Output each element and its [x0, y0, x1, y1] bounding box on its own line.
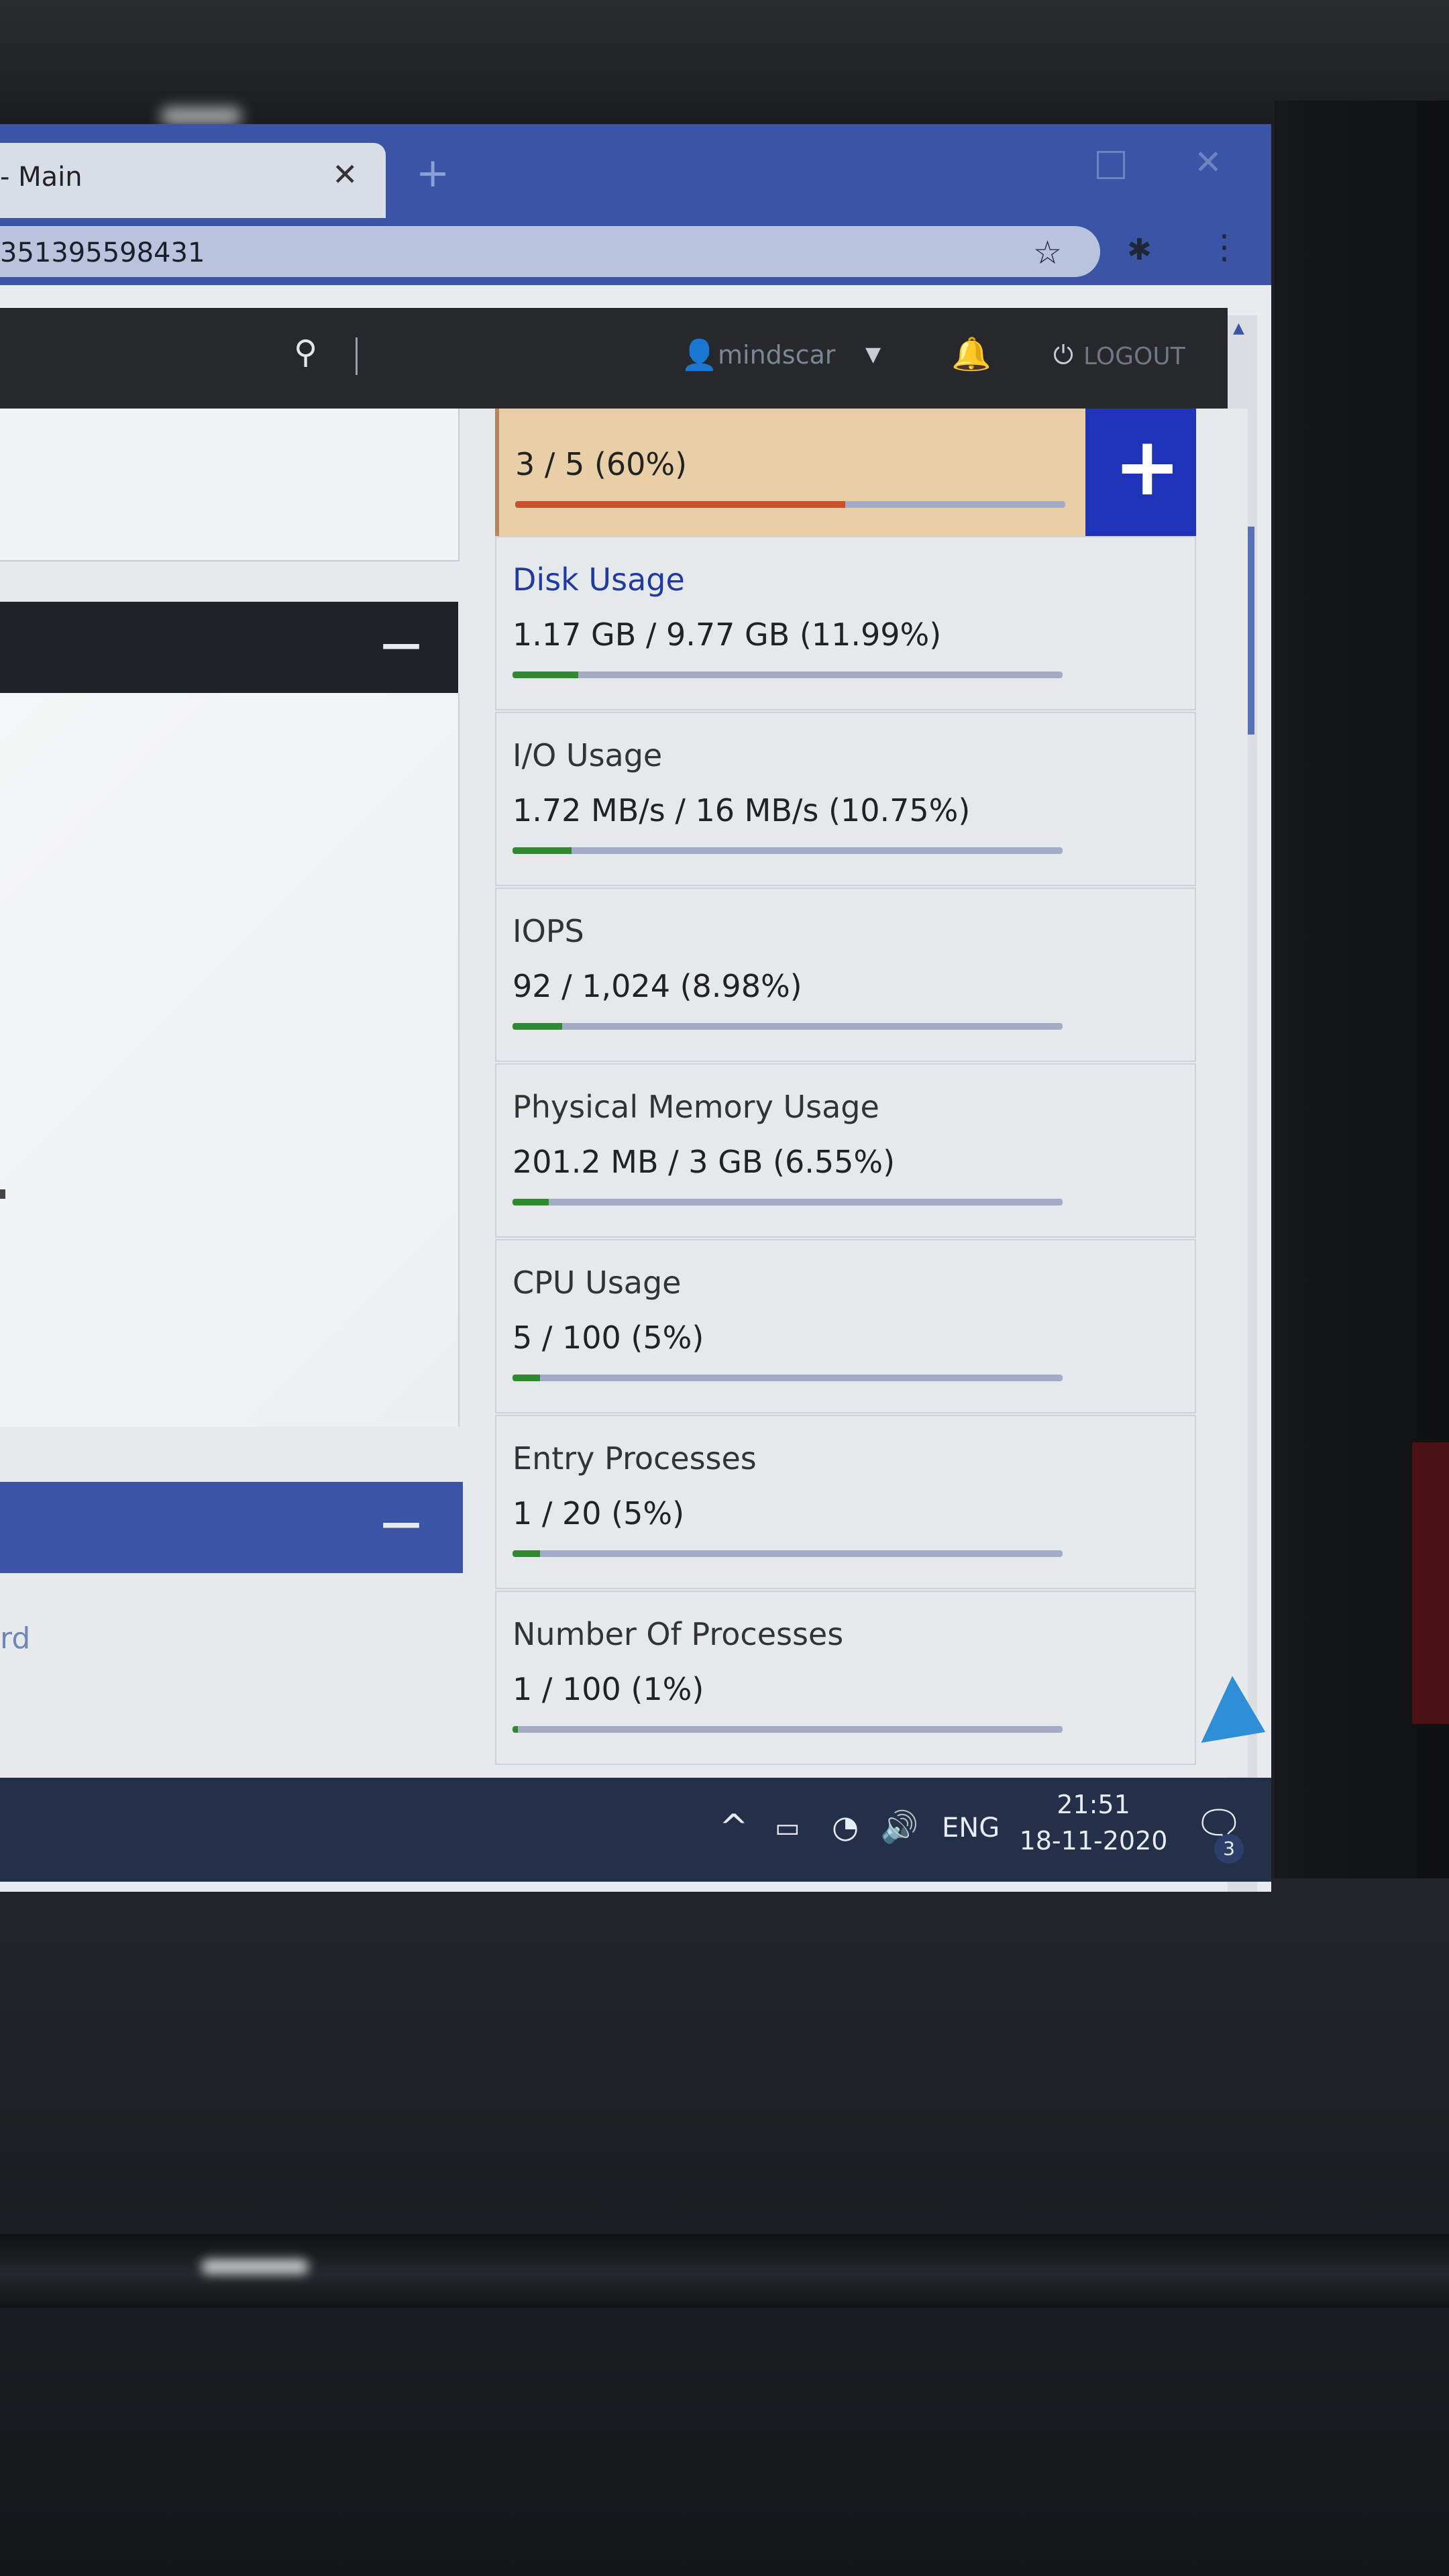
- tab-title: - Main: [0, 162, 83, 193]
- resource-label: CPU Usage: [513, 1265, 682, 1301]
- panel-header-dark: —: [0, 602, 458, 693]
- wifi-icon[interactable]: ◔: [832, 1809, 859, 1845]
- resource-card: Entry Processes 1 / 20 (5%): [495, 1415, 1196, 1589]
- logout-link[interactable]: LOGOUT: [1083, 343, 1185, 370]
- usage-progress-bar: [513, 1375, 1063, 1381]
- notification-bell-icon[interactable]: 🔔: [951, 335, 991, 373]
- show-hidden-icons-chevron-icon[interactable]: ^: [719, 1807, 749, 1847]
- chevron-down-icon[interactable]: ▼: [865, 343, 881, 366]
- light-reflection: [201, 2259, 309, 2274]
- browser-tabstrip: - Main ✕ + ✕: [0, 124, 1271, 218]
- usage-progress-fill: [513, 1023, 562, 1030]
- plus-icon: +: [1114, 421, 1181, 514]
- url-text: 351395598431: [0, 237, 205, 268]
- panel-body: [0, 693, 460, 1427]
- resource-label[interactable]: Disk Usage: [513, 561, 685, 598]
- resource-label: Physical Memory Usage: [513, 1089, 879, 1125]
- resource-card: Number Of Processes 1 / 100 (1%): [495, 1591, 1196, 1765]
- tab-close-icon[interactable]: ✕: [332, 156, 358, 193]
- resource-card: I/O Usage 1.72 MB/s / 16 MB/s (10.75%): [495, 712, 1196, 886]
- usage-progress-fill: [513, 1726, 519, 1733]
- resource-label: Number Of Processes: [513, 1616, 844, 1652]
- logout-icon[interactable]: ⏻: [1053, 340, 1073, 370]
- new-tab-button[interactable]: +: [416, 150, 449, 197]
- usage-progress-bar: [513, 1726, 1063, 1733]
- extension-icon[interactable]: ✱: [1127, 233, 1152, 267]
- left-panel-top: [0, 409, 460, 561]
- username-menu[interactable]: mindscar: [718, 340, 835, 370]
- resource-value: 92 / 1,024 (8.98%): [513, 968, 802, 1004]
- browser-menu-icon[interactable]: ⋮: [1208, 227, 1241, 266]
- app-header: ⚲ 👤 mindscar ▼ 🔔 ⏻ LOGOUT: [0, 308, 1228, 409]
- resource-card: Physical Memory Usage 201.2 MB / 3 GB (6.…: [495, 1063, 1196, 1238]
- bookmark-star-icon[interactable]: ☆: [1033, 234, 1062, 272]
- monitor-bezel-bottom: [0, 1878, 1449, 2576]
- clock-date[interactable]: 18-11-2020: [1016, 1826, 1171, 1856]
- resource-card: 3 / 5 (60%): [495, 409, 1085, 536]
- resource-value: 1 / 20 (5%): [513, 1495, 685, 1532]
- resource-card: CPU Usage 5 / 100 (5%): [495, 1239, 1196, 1413]
- address-bar[interactable]: 351395598431 ☆: [0, 226, 1100, 277]
- usage-progress-bar: [513, 672, 1063, 678]
- usage-progress-bar: [513, 847, 1063, 854]
- usage-progress-fill: [513, 1375, 540, 1381]
- maximize-icon[interactable]: [1097, 151, 1125, 179]
- collapse-panel-button[interactable]: —: [381, 1499, 421, 1546]
- divider: [356, 337, 358, 375]
- battery-icon[interactable]: ▭: [775, 1813, 800, 1843]
- background-object: [1412, 1442, 1449, 1724]
- resource-card: IOPS 92 / 1,024 (8.98%): [495, 888, 1196, 1062]
- resource-value: 3 / 5 (60%): [515, 446, 688, 482]
- panel-header-blue: —: [0, 1482, 463, 1573]
- collapse-panel-button[interactable]: —: [381, 621, 421, 667]
- usage-progress-fill: [515, 501, 845, 508]
- volume-icon[interactable]: 🔊: [880, 1809, 918, 1845]
- clock-time[interactable]: 21:51: [1033, 1790, 1154, 1819]
- text-fragment: [0, 1189, 5, 1199]
- resource-value: 5 / 100 (5%): [513, 1320, 704, 1356]
- language-indicator[interactable]: ENG: [942, 1813, 1000, 1843]
- resource-card: Disk Usage 1.17 GB / 9.77 GB (11.99%): [495, 536, 1196, 710]
- usage-progress-bar: [513, 1550, 1063, 1557]
- user-icon: 👤: [681, 338, 718, 372]
- notification-count-badge: 3: [1214, 1834, 1244, 1864]
- light-reflection: [161, 107, 241, 125]
- resource-value: 201.2 MB / 3 GB (6.55%): [513, 1144, 896, 1180]
- resource-value: 1.17 GB / 9.77 GB (11.99%): [513, 616, 942, 653]
- scroll-up-icon[interactable]: ▲: [1233, 320, 1244, 337]
- panel-link[interactable]: rd: [0, 1621, 30, 1656]
- screen: - Main ✕ + ✕ 351395598431 ☆ ✱ ⋮ ⚲ 👤 mind…: [0, 124, 1271, 1892]
- resource-label: IOPS: [513, 913, 584, 949]
- usage-progress-bar: [513, 1199, 1063, 1205]
- page-content: — — rd Number Of Processes 1 / 100 (1%) En…: [0, 409, 1248, 1777]
- resource-label: Entry Processes: [513, 1440, 757, 1477]
- resource-value: 1 / 100 (1%): [513, 1671, 704, 1707]
- usage-progress-bar: [513, 1023, 1063, 1030]
- browser-tab[interactable]: - Main ✕: [0, 143, 386, 218]
- resource-usage-column: Number Of Processes 1 / 100 (1%) Entry Pro…: [495, 409, 1196, 1777]
- usage-progress-fill: [513, 1550, 540, 1557]
- search-icon[interactable]: ⚲: [294, 333, 317, 371]
- window-close-icon[interactable]: ✕: [1194, 143, 1222, 182]
- browser-toolbar: 351395598431 ☆ ✱ ⋮: [0, 218, 1271, 285]
- resource-value: 1.72 MB/s / 16 MB/s (10.75%): [513, 792, 971, 828]
- usage-progress-fill: [513, 847, 572, 854]
- resource-label: I/O Usage: [513, 737, 663, 773]
- windows-taskbar: ^ ▭ ◔ 🔊 ENG 21:51 18-11-2020 🗨 3: [0, 1778, 1271, 1882]
- usage-progress-fill: [513, 672, 579, 678]
- usage-progress-fill: [513, 1199, 549, 1205]
- usage-progress-bar: [515, 501, 1065, 508]
- add-button[interactable]: +: [1085, 409, 1196, 536]
